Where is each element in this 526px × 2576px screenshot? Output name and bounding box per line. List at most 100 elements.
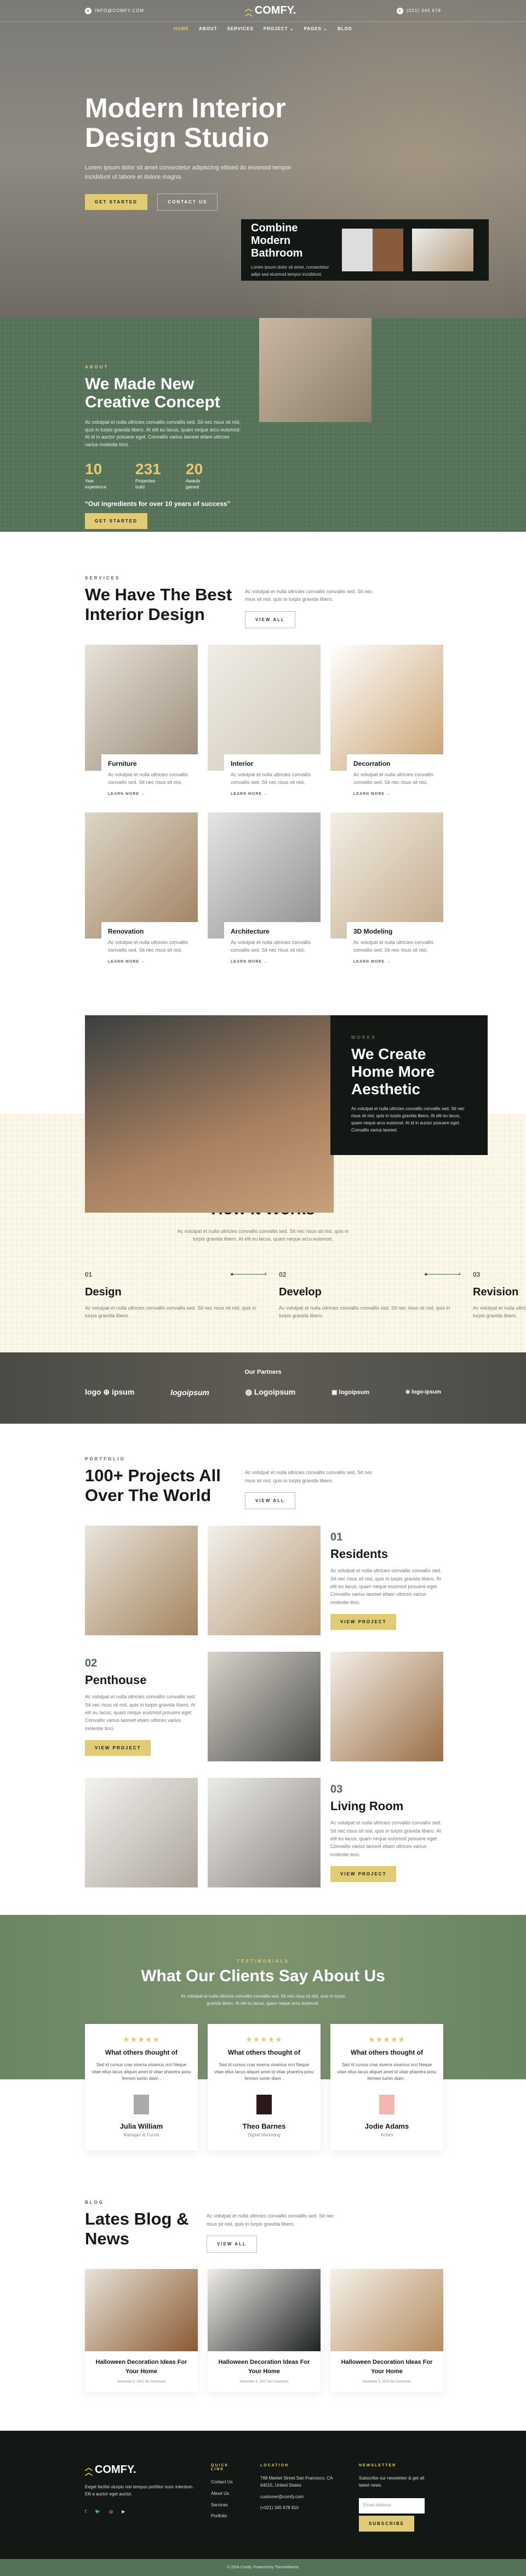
star-rating: ★★★★★ <box>245 2034 283 2044</box>
arrow-icon <box>231 1270 267 1277</box>
blog-card[interactable]: Halloween Decoration Ideas For Your Home… <box>208 2268 321 2392</box>
services-title: We Have The Best Interior Design <box>85 585 232 624</box>
services-eyebrow: SERVICES <box>85 576 121 581</box>
blog-view-all-button[interactable]: VIEW ALL <box>207 2235 257 2253</box>
nav-services[interactable]: SERVICES <box>227 26 253 31</box>
learn-more-link[interactable]: LEARN MORE → <box>231 960 314 964</box>
project-row: 02 Penthouse Ac volutpat et nulla ultricie… <box>85 1652 443 1762</box>
nav-blog[interactable]: BLOG <box>338 26 352 31</box>
testimonials-title: What Our Clients Say About Us <box>141 1967 385 1986</box>
blog-image <box>85 2268 198 2351</box>
hero-content: Modern Interior Design Studio Lorem ipsu… <box>85 93 293 211</box>
nav-project[interactable]: PROJECT ⌄ <box>264 26 294 31</box>
footer-link-contact[interactable]: Contact Us <box>211 2479 244 2486</box>
learn-more-link[interactable]: LEARN MORE → <box>108 960 191 964</box>
arrow-icon <box>425 1270 461 1277</box>
instagram-icon[interactable]: ◎ <box>109 2509 113 2514</box>
footer-link-about[interactable]: About Us <box>211 2490 244 2498</box>
service-card[interactable]: Furniture Ac volutpat et nulla ultricies … <box>85 644 198 804</box>
footer-logo[interactable]: ︿ ︿ COMFY. <box>85 2464 195 2476</box>
header-email[interactable]: ✉ INFO@COMFY.COM <box>85 7 144 14</box>
service-card[interactable]: Interior Ac volutpat et nulla ultricies c… <box>208 644 321 804</box>
get-started-button[interactable]: GET STARTED <box>85 194 147 210</box>
about-get-started-button[interactable]: GET STARTED <box>85 513 147 530</box>
avatar <box>379 2095 395 2115</box>
nav-about[interactable]: ABOUT <box>199 26 217 31</box>
service-cards: Furniture Ac volutpat et nulla ultricies … <box>85 644 443 971</box>
service-card[interactable]: Renovation Ac volutpat et nulla ultricies… <box>85 812 198 971</box>
bathroom-image <box>342 229 403 271</box>
footer-link-portfolio[interactable]: Portfolio <box>211 2513 244 2520</box>
testimonial-card: ★★★★★ What others thought of Sed id cursus… <box>330 2023 443 2151</box>
facebook-icon[interactable]: f <box>85 2509 86 2514</box>
partners-title: Our Partners <box>244 1369 282 1376</box>
works-feature-section: WORKS We Create Home More Aesthetic Ac v… <box>0 1015 526 1213</box>
blog-title: Lates Blog & News <box>85 2209 189 2248</box>
contact-us-button[interactable]: CONTACT US <box>157 194 218 211</box>
view-project-button[interactable]: VIEW PROJECT <box>330 1866 397 1883</box>
view-project-button[interactable]: VIEW PROJECT <box>330 1614 397 1630</box>
nav-pages[interactable]: PAGES ⌄ <box>304 26 328 31</box>
partner-logo[interactable]: ◍ Logoipsum <box>245 1387 296 1397</box>
living-room-image <box>259 318 371 422</box>
testimonials-section: TESTIMONIALS What Our Clients Say About … <box>0 1915 526 2183</box>
logo[interactable]: ︿ ︿ COMFY. <box>245 4 296 17</box>
learn-more-link[interactable]: LEARN MORE → <box>108 792 191 796</box>
project-image <box>208 1526 321 1636</box>
learn-more-link[interactable]: LEARN MORE → <box>231 792 314 796</box>
footer-link-services[interactable]: Services <box>211 2502 244 2509</box>
service-card[interactable]: 3D Modeling Ac volutpat et nulla ultricie… <box>330 812 443 971</box>
portfolio-view-all-button[interactable]: VIEW ALL <box>245 1492 295 1510</box>
about-text: Ac volutpat et nulla ultricies convallis… <box>85 419 241 447</box>
banner-title: Combine Modern Bathroom <box>251 221 303 259</box>
hero-title: Modern Interior Design Studio <box>85 93 286 153</box>
service-card[interactable]: Decorration Ac volutpat et nulla ultricie… <box>330 644 443 804</box>
how-text: Ac volutpat et nulla ultricies convallis… <box>177 1228 349 1242</box>
footer: ︿ ︿ COMFY. Eeget facilisi uturpis nisi tem… <box>0 2431 526 2559</box>
youtube-icon[interactable]: ▶ <box>122 2509 125 2514</box>
services-text: Ac volutpat et nulla ultricies convallis… <box>245 589 373 602</box>
testimonial-card: ★★★★★ What others thought of Sed id cursus… <box>85 2023 198 2151</box>
project-image <box>208 1778 321 1888</box>
partner-logo[interactable]: ▣ logoipsum <box>331 1389 369 1396</box>
about-quote: “Out ingredients for over 10 years of su… <box>85 500 231 508</box>
footer-phone[interactable]: (+021) 345 678 910 <box>260 2505 342 2512</box>
services-view-all-button[interactable]: VIEW ALL <box>245 611 295 628</box>
footer-email[interactable]: customer@comfy.com <box>260 2494 342 2501</box>
blog-section: BLOG Lates Blog & News Ac volutpat et nu… <box>0 2183 526 2431</box>
footer-about: Eeget facilisi uturpis nisi tempus portt… <box>85 2484 194 2497</box>
star-rating: ★★★★★ <box>123 2034 160 2044</box>
testimonials-eyebrow: TESTIMONIALS <box>237 1959 289 1964</box>
service-image <box>330 644 443 771</box>
blog-card[interactable]: Halloween Decoration Ideas For Your Home… <box>330 2268 443 2392</box>
phone-icon: ✆ <box>397 7 404 14</box>
subscribe-button[interactable]: SUBSCRIBE <box>359 2515 415 2532</box>
step-item: 01DesignAc volutpat et nulla ultricies c… <box>85 1270 267 1320</box>
blog-text: Ac volutpat et nulla ultricies convallis… <box>207 2213 334 2227</box>
newsletter-email-input[interactable]: Email address <box>359 2498 425 2514</box>
portfolio-section: PORTFOLIO 100+ Projects All Over The Wor… <box>0 1424 526 1915</box>
header-phone[interactable]: ✆ (021) 345 678 <box>397 7 441 14</box>
twitter-icon[interactable]: 🐦 <box>95 2509 100 2514</box>
testimonial-card: ★★★★★ What others thought of Sed id cursus… <box>208 2023 321 2151</box>
avatar <box>256 2095 272 2115</box>
learn-more-link[interactable]: LEARN MORE → <box>353 792 437 796</box>
service-card[interactable]: Architecture Ac volutpat et nulla ultrici… <box>208 812 321 971</box>
star-rating: ★★★★★ <box>368 2034 405 2044</box>
project-row: 03 Living Room Ac volutpat et nulla ultric… <box>85 1778 442 1888</box>
hero-text: Lorem ipsum dolor sit amet consectetur a… <box>85 164 291 180</box>
blog-card[interactable]: Halloween Decoration Ideas For Your Home… <box>85 2268 198 2392</box>
partner-logo[interactable]: ⊕ logo-ipsum <box>405 1389 441 1395</box>
project-row: 01 Residents Ac volutpat et nulla ultricie… <box>85 1526 442 1636</box>
view-project-button[interactable]: VIEW PROJECT <box>85 1740 151 1756</box>
works-eyebrow: WORKS <box>351 1034 376 1040</box>
partner-logo[interactable]: logoipsum <box>170 1388 209 1397</box>
footer-address: 768 Market Street San Francisco, CA 6401… <box>260 2476 333 2488</box>
nav-home[interactable]: HOME <box>174 26 189 31</box>
testimonials-text: Ac volutpat et nulla ultricies convallis… <box>181 1994 345 2006</box>
stat-item: 10 Year experience <box>85 460 107 490</box>
partner-logo[interactable]: logo ⊕ ipsum <box>85 1387 134 1397</box>
learn-more-link[interactable]: LEARN MORE → <box>353 960 437 964</box>
mail-icon: ✉ <box>85 7 92 14</box>
portfolio-eyebrow: PORTFOLIO <box>85 1457 125 1462</box>
